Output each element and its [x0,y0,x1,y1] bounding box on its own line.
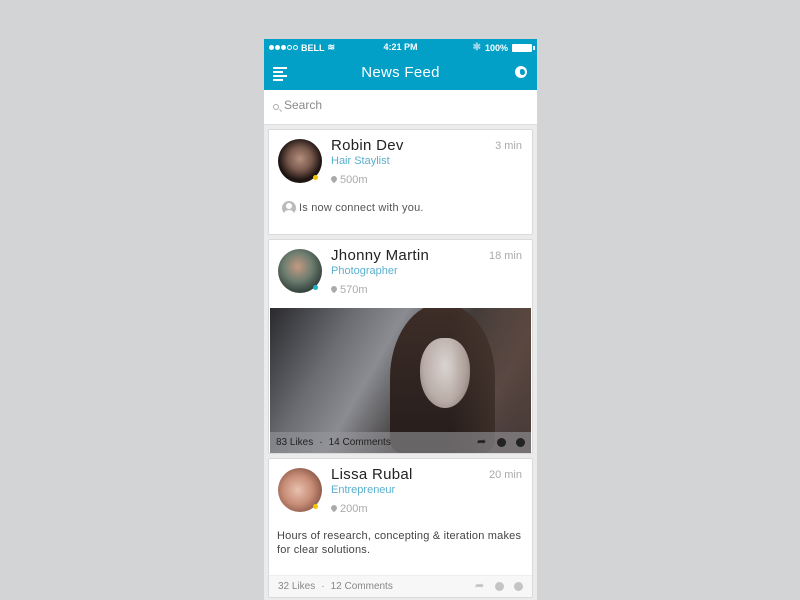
user-role: Entrepreneur [331,484,396,496]
location-pin-icon [331,505,337,513]
search-input[interactable] [284,98,524,112]
separator: · [319,437,323,448]
user-name[interactable]: Lissa Rubal [331,466,413,483]
phone-screen: BELL ≋ 4:21 PM ✱ 100% News Feed Robin De… [264,39,537,600]
emoji-icon[interactable] [514,582,523,591]
page-title: News Feed [361,64,440,81]
feed-card-jhonny[interactable]: Jhonny Martin Photographer 18 min 570m 8… [268,239,533,454]
globe-icon[interactable] [515,66,527,78]
timestamp: 20 min [488,469,522,481]
location-pin-icon [331,176,337,184]
post-stats-bar: 32 Likes · 12 Comments [269,575,532,597]
feed-card-robin[interactable]: Robin Dev Hair Staylist 3 min 500m Is no… [268,129,533,235]
comments-count[interactable]: 12 Comments [331,581,393,592]
comments-count[interactable]: 14 Comments [329,437,391,448]
distance-value: 500m [340,174,368,186]
separator: · [321,581,325,592]
timestamp: 18 min [488,250,522,262]
user-role: Hair Staylist [331,155,390,167]
share-icon[interactable] [475,579,485,592]
user-name[interactable]: Robin Dev [331,137,404,154]
feed-card-lissa[interactable]: Lissa Rubal Entrepreneur 20 min 200m Hou… [268,458,533,598]
nav-bar: News Feed [264,55,537,90]
distance-value: 570m [340,284,368,296]
search-bar [264,90,537,125]
battery-percent: 100% [484,42,508,53]
distance: 570m [331,284,368,296]
status-right: ✱ 100% [472,42,535,53]
user-role: Photographer [331,265,398,277]
activity-label: Is now connect with you. [299,202,424,214]
status-dot [313,504,318,509]
search-icon [273,104,279,110]
timestamp: 3 min [495,140,522,152]
distance-value: 200m [340,503,368,515]
likes-count[interactable]: 83 Likes [276,437,313,448]
status-dot [313,175,318,180]
location-pin-icon [331,286,337,294]
user-icon [282,201,296,215]
likes-count[interactable]: 32 Likes [278,581,315,592]
share-icon[interactable] [477,435,487,448]
post-stats-bar: 83 Likes · 14 Comments [270,432,531,453]
activity-text: Is now connect with you. [282,201,424,215]
status-bar: BELL ≋ 4:21 PM ✱ 100% [264,39,537,55]
status-dot [313,285,318,290]
emoji-icon[interactable] [516,438,525,447]
distance: 200m [331,503,368,515]
post-text: Hours of research, concepting & iteratio… [277,530,522,556]
bluetooth-icon: ✱ [472,42,481,53]
post-image[interactable]: 83 Likes · 14 Comments [270,308,531,453]
battery-icon [512,43,535,52]
user-name[interactable]: Jhonny Martin [331,247,429,264]
comment-icon[interactable] [497,438,506,447]
distance: 500m [331,174,368,186]
comment-icon[interactable] [495,582,504,591]
